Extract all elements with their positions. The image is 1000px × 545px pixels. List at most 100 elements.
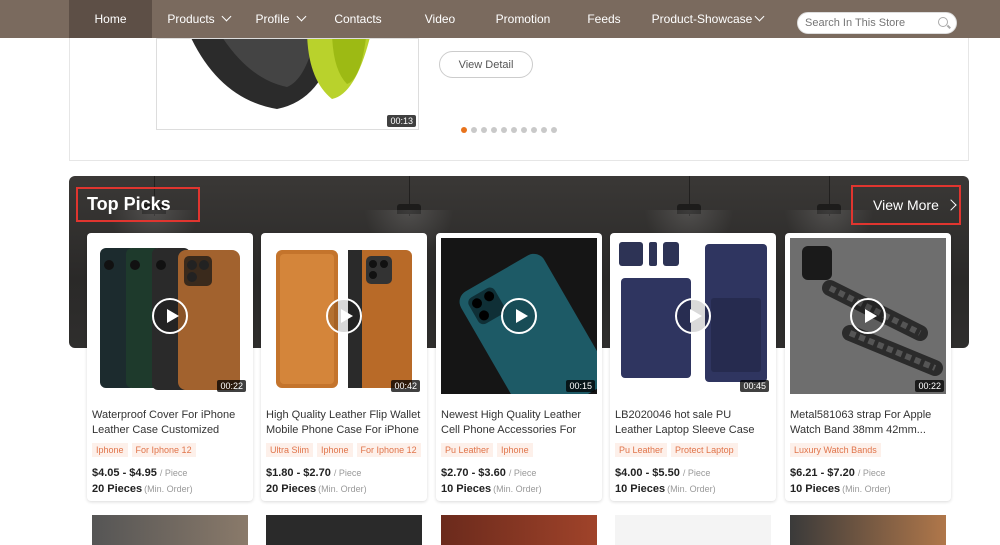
nav-profile[interactable]: Profile — [245, 0, 315, 38]
product-tags: Pu Leather Iphone — [441, 443, 533, 457]
nav-video[interactable]: Video — [405, 0, 475, 38]
featured-video[interactable]: 00:13 — [156, 38, 419, 130]
product-title[interactable]: Waterproof Cover For iPhone Leather Case… — [92, 408, 248, 438]
play-icon[interactable] — [501, 298, 537, 334]
product-min-order: 10 Pieces (Min. Order) — [441, 483, 542, 495]
nav-product-showcase-label: Product-Showcase — [651, 12, 753, 26]
view-detail-button[interactable]: View Detail — [439, 51, 533, 78]
nav-feeds[interactable]: Feeds — [578, 0, 630, 38]
product-video-thumbnail[interactable]: 00:45 — [615, 238, 771, 394]
product-tag: For Iphone 12 — [356, 443, 421, 457]
product-title[interactable]: Newest High Quality Leather Cell Phone A… — [441, 408, 597, 438]
price-range: $1.80 - $2.70 — [266, 467, 331, 479]
moq-unit: (Min. Order) — [493, 484, 542, 494]
product-min-order: 10 Pieces (Min. Order) — [615, 483, 716, 495]
price-range: $4.00 - $5.50 — [615, 467, 680, 479]
carousel-dot[interactable] — [481, 127, 487, 133]
price-unit: / Piece — [508, 468, 537, 478]
product-title[interactable]: LB2020046 hot sale PU Leather Laptop Sle… — [615, 408, 771, 438]
product-card[interactable]: 00:15 Newest High Quality Leather Cell P… — [436, 233, 602, 501]
play-icon[interactable] — [675, 298, 711, 334]
product-title[interactable]: High Quality Leather Flip Wallet Mobile … — [266, 408, 422, 438]
nav-promotion[interactable]: Promotion — [487, 0, 559, 38]
carousel-dots — [461, 127, 557, 133]
nav-products-label: Products — [167, 12, 215, 26]
price-range: $6.21 - $7.20 — [790, 467, 855, 479]
video-duration-badge: 00:45 — [740, 380, 769, 392]
video-duration-badge: 00:13 — [387, 115, 416, 127]
price-unit: / Piece — [682, 468, 711, 478]
product-price: $4.05 - $4.95 / Piece — [92, 467, 187, 479]
nav-profile-label: Profile — [255, 12, 290, 26]
chevron-down-icon — [296, 11, 306, 22]
moq-value: 10 Pieces — [441, 483, 492, 495]
carousel-dot[interactable] — [501, 127, 507, 133]
product-tag: Luxury Watch Bands — [790, 443, 881, 457]
moq-unit: (Min. Order) — [144, 484, 193, 494]
nav-contacts[interactable]: Contacts — [322, 0, 394, 38]
product-tags: Pu Leather Protect Laptop — [615, 443, 738, 457]
product-tag: Iphone — [317, 443, 353, 457]
carousel-dot[interactable] — [491, 127, 497, 133]
nav-home[interactable]: Home — [69, 0, 152, 38]
moq-unit: (Min. Order) — [667, 484, 716, 494]
product-price: $6.21 - $7.20 / Piece — [790, 467, 885, 479]
price-range: $4.05 - $4.95 — [92, 467, 157, 479]
carousel-dot[interactable] — [471, 127, 477, 133]
product-tags: Iphone For Iphone 12 — [92, 443, 196, 457]
product-tag: Pu Leather — [441, 443, 494, 457]
play-icon[interactable] — [850, 298, 886, 334]
product-video-thumbnail[interactable]: 00:22 — [92, 238, 248, 394]
carousel-dot[interactable] — [541, 127, 547, 133]
nav-home-label: Home — [94, 12, 127, 26]
product-price: $4.00 - $5.50 / Piece — [615, 467, 710, 479]
view-more-button[interactable]: View More — [851, 185, 961, 225]
product-card[interactable]: 00:22 Metal581063 strap For Apple Watch … — [785, 233, 951, 501]
carousel-dot[interactable] — [531, 127, 537, 133]
price-range: $2.70 - $3.60 — [441, 467, 506, 479]
nav-video-label: Video — [424, 12, 456, 26]
store-search-input[interactable] — [797, 12, 957, 34]
carousel-dot[interactable] — [551, 127, 557, 133]
play-icon[interactable] — [152, 298, 188, 334]
product-tags: Luxury Watch Bands — [790, 443, 881, 457]
nav-feeds-label: Feeds — [587, 12, 621, 26]
product-tags: Ultra Slim Iphone For Iphone 12 — [266, 443, 421, 457]
product-tag: Pu Leather — [615, 443, 668, 457]
nav-promotion-label: Promotion — [495, 12, 551, 26]
carousel-dot[interactable] — [511, 127, 517, 133]
video-duration-badge: 00:15 — [566, 380, 595, 392]
product-tag: For Iphone 12 — [131, 443, 196, 457]
product-tag: Iphone — [497, 443, 533, 457]
search-icon[interactable] — [938, 17, 948, 27]
view-more-label: View More — [873, 197, 939, 213]
product-tag: Iphone — [92, 443, 128, 457]
carousel-dot[interactable] — [461, 127, 467, 133]
moq-unit: (Min. Order) — [318, 484, 367, 494]
play-icon[interactable] — [326, 298, 362, 334]
moq-value: 20 Pieces — [92, 483, 143, 495]
video-duration-badge: 00:42 — [391, 380, 420, 392]
chevron-down-icon — [754, 11, 765, 22]
carousel-dot[interactable] — [521, 127, 527, 133]
moq-value: 10 Pieces — [615, 483, 666, 495]
product-card[interactable]: 00:45 LB2020046 hot sale PU Leather Lapt… — [610, 233, 776, 501]
moq-unit: (Min. Order) — [842, 484, 891, 494]
nav-products[interactable]: Products — [152, 0, 245, 38]
product-video-thumbnail[interactable]: 00:15 — [441, 238, 597, 394]
product-title[interactable]: Metal581063 strap For Apple Watch Band 3… — [790, 408, 946, 438]
product-min-order: 20 Pieces (Min. Order) — [92, 483, 193, 495]
moq-value: 10 Pieces — [790, 483, 841, 495]
product-card[interactable]: 00:22 Waterproof Cover For iPhone Leathe… — [87, 233, 253, 501]
product-tag: Protect Laptop — [671, 443, 738, 457]
product-video-thumbnail[interactable]: 00:42 — [266, 238, 422, 394]
price-unit: / Piece — [857, 468, 886, 478]
nav-contacts-label: Contacts — [334, 12, 382, 26]
top-picks-title: Top Picks — [76, 187, 200, 222]
product-card[interactable]: 00:42 High Quality Leather Flip Wallet M… — [261, 233, 427, 501]
nav-product-showcase[interactable]: Product-Showcase — [650, 0, 765, 38]
smartwatch-image — [157, 39, 418, 129]
product-video-thumbnail[interactable]: 00:22 — [790, 238, 946, 394]
product-tag: Ultra Slim — [266, 443, 314, 457]
moq-value: 20 Pieces — [266, 483, 317, 495]
